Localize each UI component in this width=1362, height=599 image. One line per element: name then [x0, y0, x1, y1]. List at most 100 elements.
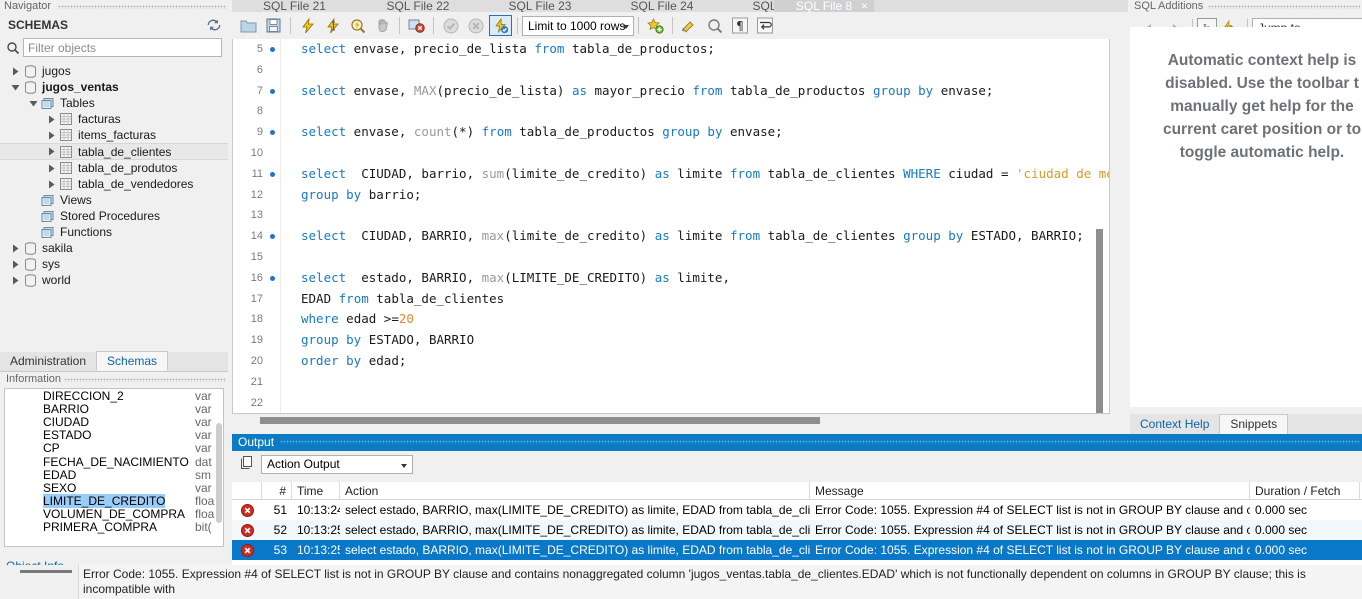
splitter-handle[interactable]	[20, 570, 72, 573]
tree-item-views[interactable]: Views	[0, 192, 228, 208]
column-info-row[interactable]: DIRECCION_2 var	[5, 389, 223, 403]
editor-line[interactable]: 22	[233, 393, 1109, 413]
sql-editor[interactable]: 5 select envase, precio_de_lista from tab…	[232, 39, 1110, 414]
open-sql-script-icon[interactable]	[236, 14, 261, 37]
explain-statement-icon[interactable]	[345, 14, 370, 37]
save-sql-script-icon[interactable]	[261, 14, 286, 37]
tree-item-tabla-de-clientes[interactable]: tabla_de_clientes	[0, 143, 228, 160]
sql-tab-sql-file-21[interactable]: SQL File 21	[232, 0, 357, 12]
close-icon[interactable]: ×	[861, 0, 868, 12]
tab-context-help[interactable]: Context Help	[1130, 415, 1219, 434]
toggle-stop-on-error-icon[interactable]	[404, 14, 429, 37]
action-output-row[interactable]: 51 10:13:24 select estado, BARRIO, max(LIM…	[232, 500, 1362, 520]
chevron-right-icon[interactable]	[44, 176, 58, 192]
sql-additions-tabs[interactable]: Context Help Snippets	[1130, 414, 1362, 434]
rollback-icon[interactable]	[463, 14, 488, 37]
statement-marker-icon[interactable]	[270, 171, 275, 177]
tree-item-tabla-de-vendedores[interactable]: tabla_de_vendedores	[0, 176, 228, 192]
editor-line[interactable]: 7 select envase, MAX(precio_de_lista) as …	[233, 81, 1109, 102]
chevron-right-icon[interactable]	[8, 272, 22, 288]
tab-snippets[interactable]: Snippets	[1219, 414, 1289, 434]
sql-tab-sql-file-22[interactable]: SQL File 22	[357, 0, 479, 12]
toggle-invisible-chars-icon[interactable]: ¶	[727, 14, 752, 37]
column-info-row[interactable]: SEXO var	[5, 481, 223, 495]
tree-item-stored-procedures[interactable]: Stored Procedures	[0, 208, 228, 224]
column-info-row[interactable]: CP var	[5, 441, 223, 455]
wrap-lines-icon[interactable]	[752, 14, 777, 37]
editor-vertical-scrollbar[interactable]	[1096, 229, 1103, 413]
editor-line[interactable]: 10	[233, 143, 1109, 164]
tree-item-jugos[interactable]: jugos	[0, 63, 228, 79]
statement-marker-icon[interactable]	[270, 130, 275, 136]
chevron-right-icon[interactable]	[44, 144, 58, 160]
schema-tree[interactable]: jugos jugos_ventas Tables facturas items_fac…	[0, 63, 228, 335]
tree-item-items-facturas[interactable]: items_facturas	[0, 127, 228, 143]
statement-marker-icon[interactable]	[270, 234, 275, 240]
filter-objects-input[interactable]	[23, 38, 222, 57]
row-limit-select[interactable]: Limit to 1000 rows	[522, 15, 634, 36]
editor-line[interactable]: 15	[233, 247, 1109, 268]
column-info-row[interactable]: ESTADO var	[5, 428, 223, 442]
editor-line[interactable]: 14 select CIUDAD, BARRIO, max(limite_de_c…	[233, 226, 1109, 247]
action-output-row[interactable]: 52 10:13:25 select estado, BARRIO, max(LIM…	[232, 520, 1362, 540]
tab-administration[interactable]: Administration	[0, 352, 97, 371]
stop-execution-icon[interactable]	[370, 14, 395, 37]
action-output-grid[interactable]: # Time Action Message Duration / Fetch 5…	[232, 482, 1362, 565]
editor-line[interactable]: 17 EDAD from tabla_de_clientes	[233, 289, 1109, 310]
execute-current-statement-icon[interactable]	[320, 14, 345, 37]
editor-horizontal-scrollbar[interactable]	[260, 417, 820, 424]
sql-additions-dot-grip[interactable]	[1208, 5, 1360, 9]
chevron-right-icon[interactable]	[44, 111, 58, 127]
info-list-scrollbar[interactable]	[216, 423, 222, 523]
output-mode-select[interactable]: Action Output	[261, 454, 413, 474]
left-panel-tabs[interactable]: Administration Schemas	[0, 351, 228, 372]
chevron-right-icon[interactable]	[8, 63, 22, 79]
column-info-row[interactable]: FECHA_DE_NACIMIENTO dat	[5, 455, 223, 469]
editor-line[interactable]: 5 select envase, precio_de_lista from tab…	[233, 39, 1109, 60]
tree-item-tables[interactable]: Tables	[0, 95, 228, 111]
sql-tab-sql-file-24[interactable]: SQL File 24	[601, 0, 723, 12]
editor-line[interactable]: 18 where edad >=20	[233, 309, 1109, 330]
editor-line[interactable]: 21	[233, 372, 1109, 393]
editor-line[interactable]: 6	[233, 60, 1109, 81]
chevron-down-icon[interactable]	[26, 95, 40, 111]
commit-icon[interactable]	[438, 14, 463, 37]
refresh-icon[interactable]	[206, 18, 222, 32]
execute-statement-icon[interactable]	[295, 14, 320, 37]
sql-tab-sql-file-8[interactable]: SQL File 8 ×	[774, 0, 874, 12]
chevron-right-icon[interactable]	[44, 160, 58, 176]
beautify-query-icon[interactable]	[677, 14, 702, 37]
column-info-row[interactable]: PRIMERA_COMPRA bit(	[5, 520, 223, 534]
add-snippet-icon[interactable]	[643, 14, 668, 37]
tree-item-jugos-ventas[interactable]: jugos_ventas	[0, 79, 228, 95]
tree-item-tabla-de-produtos[interactable]: tabla_de_produtos	[0, 160, 228, 176]
column-info-row[interactable]: BARRIO var	[5, 402, 223, 416]
chevron-down-icon[interactable]	[8, 79, 22, 95]
caption-dot-grip[interactable]	[58, 5, 226, 9]
editor-line[interactable]: 13	[233, 205, 1109, 226]
tree-item-world[interactable]: world	[0, 272, 228, 288]
editor-line[interactable]: 20 order by edad;	[233, 351, 1109, 372]
sql-tab-sql-file-23[interactable]: SQL File 23	[479, 0, 601, 12]
chevron-right-icon[interactable]	[44, 127, 58, 143]
tree-item-functions[interactable]: Functions	[0, 224, 228, 240]
statement-marker-icon[interactable]	[270, 47, 275, 52]
find-icon[interactable]	[702, 14, 727, 37]
sql-editor-tabbar[interactable]: SQL File 21 SQL File 22 SQL File 23 SQL Fil…	[232, 0, 1128, 12]
chevron-right-icon[interactable]	[8, 256, 22, 272]
tree-item-sakila[interactable]: sakila	[0, 240, 228, 256]
editor-line[interactable]: 16 select estado, BARRIO, max(LIMITE_DE_C…	[233, 268, 1109, 289]
statement-marker-icon[interactable]	[270, 88, 275, 94]
output-dot-grip[interactable]	[280, 440, 1360, 444]
editor-line[interactable]: 12 group by barrio;	[233, 185, 1109, 206]
editor-line[interactable]: 9 select envase, count(*) from tabla_de_p…	[233, 122, 1109, 143]
action-output-row[interactable]: 53 10:13:25 select estado, BARRIO, max(LIM…	[232, 540, 1362, 560]
tab-schemas[interactable]: Schemas	[96, 351, 169, 371]
editor-line[interactable]: 8	[233, 101, 1109, 122]
column-info-row[interactable]: VOLUMEN_DE_COMPRA floa	[5, 507, 223, 521]
tree-item-sys[interactable]: sys	[0, 256, 228, 272]
chevron-right-icon[interactable]	[8, 240, 22, 256]
output-pane-icon[interactable]	[240, 455, 255, 473]
column-info-row[interactable]: EDAD sm	[5, 468, 223, 482]
column-info-row[interactable]: LIMITE_DE_CREDITO floa	[5, 494, 223, 509]
